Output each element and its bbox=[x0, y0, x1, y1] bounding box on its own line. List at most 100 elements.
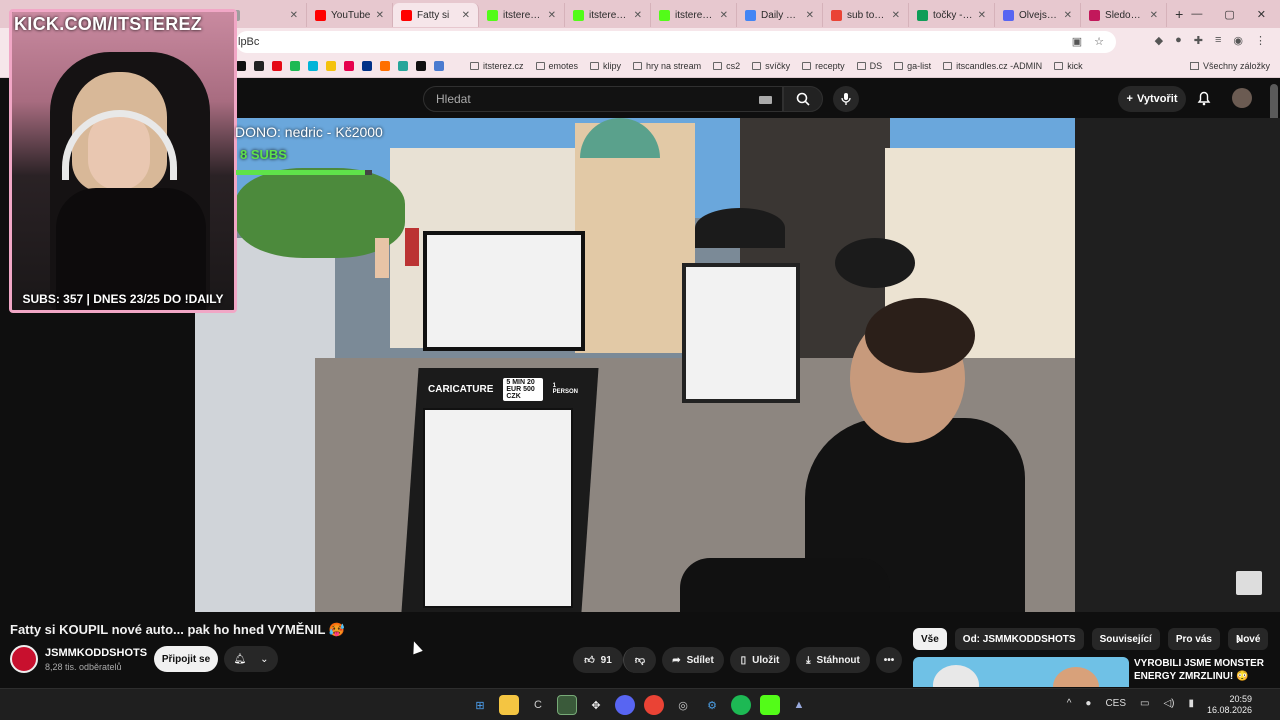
minimize-icon[interactable]: — bbox=[1191, 8, 1202, 21]
filter-chip[interactable]: Nové bbox=[1227, 628, 1269, 650]
language-indicator[interactable]: CES bbox=[1105, 698, 1126, 709]
spotify-bookmark-icon[interactable] bbox=[290, 61, 300, 71]
search-button[interactable] bbox=[783, 86, 823, 112]
web-bookmark-icon[interactable] bbox=[308, 61, 318, 71]
bookmark-item[interactable]: emotes bbox=[535, 61, 578, 71]
browser-tab[interactable]: YouTube ✕ bbox=[307, 3, 394, 27]
chrome-icon[interactable] bbox=[644, 695, 664, 715]
browser-tab[interactable]: Daily quest ✕ bbox=[737, 3, 824, 27]
bookmark-item[interactable]: svíčky bbox=[752, 61, 790, 71]
file-explorer-icon[interactable] bbox=[499, 695, 519, 715]
browser-tab[interactable]: Fatty si ✕ bbox=[393, 3, 480, 27]
kick-icon[interactable] bbox=[760, 695, 780, 715]
b-bookmark-icon[interactable] bbox=[380, 61, 390, 71]
bookmark-item[interactable]: cs2 bbox=[713, 61, 740, 71]
voice-search-button[interactable] bbox=[833, 86, 859, 112]
battery-icon[interactable]: ▮ bbox=[1188, 698, 1194, 709]
tt-bookmark-icon[interactable] bbox=[398, 61, 408, 71]
browser-tab[interactable]: točky - Tab ✕ bbox=[909, 3, 996, 27]
save-button[interactable]: ▯ Uložit bbox=[730, 647, 790, 673]
tab-close-icon[interactable]: ✕ bbox=[1064, 10, 1072, 21]
filter-chip[interactable]: Od: JSMMKODDSHOTS bbox=[954, 628, 1084, 650]
terminal-icon[interactable] bbox=[557, 695, 577, 715]
extensions-puzzle-icon[interactable]: ✚ bbox=[1194, 34, 1203, 47]
app-triangle-icon[interactable]: ▲ bbox=[789, 695, 809, 715]
windows-start-icon[interactable]: ⊞ bbox=[470, 695, 490, 715]
bookmark-item[interactable]: DS bbox=[856, 61, 882, 71]
taskbar-clock[interactable]: 20:59 16.08.2026 bbox=[1207, 694, 1252, 716]
filter-chip[interactable]: Pro vás bbox=[1167, 628, 1220, 650]
tab-close-icon[interactable]: ✕ bbox=[1150, 10, 1158, 21]
tab-close-icon[interactable]: ✕ bbox=[892, 10, 900, 21]
paypal-bookmark-icon[interactable] bbox=[362, 61, 372, 71]
browser-tab[interactable]: Olvejs vet ✕ bbox=[995, 3, 1082, 27]
browser-tab[interactable]: sub točka ✕ bbox=[823, 3, 910, 27]
extension-icon-1[interactable]: ◆ bbox=[1155, 34, 1163, 47]
channel-name[interactable]: JSMMKODDSHOTS bbox=[45, 647, 147, 659]
cast-icon[interactable]: ▣ bbox=[1072, 35, 1082, 48]
browser-tab[interactable]: itsterez - V ✕ bbox=[565, 3, 652, 27]
tab-close-icon[interactable]: ✕ bbox=[806, 10, 814, 21]
tray-chevron-up-icon[interactable]: ^ bbox=[1067, 698, 1072, 709]
tab-close-icon[interactable]: ✕ bbox=[462, 10, 470, 21]
tiktok-bookmark-icon[interactable] bbox=[254, 61, 264, 71]
capcut-icon[interactable]: C bbox=[528, 695, 548, 715]
share-button[interactable]: ➦ Sdílet bbox=[662, 647, 724, 673]
tab-close-icon[interactable]: ✕ bbox=[548, 10, 556, 21]
maximize-icon[interactable]: ▢ bbox=[1224, 8, 1234, 21]
bookmark-item[interactable]: itscandles.cz -ADMIN bbox=[943, 61, 1042, 71]
pen-bookmark-icon[interactable] bbox=[434, 61, 444, 71]
bookmark-item[interactable]: ga-list bbox=[894, 61, 931, 71]
bookmark-item[interactable]: hry na stream bbox=[633, 61, 701, 71]
close-icon[interactable]: ✕ bbox=[1257, 8, 1266, 21]
capture-icon[interactable]: ✥ bbox=[586, 695, 606, 715]
browser-tab[interactable]: itsterez - V ✕ bbox=[651, 3, 738, 27]
video-player[interactable]: CARICATURE 5 MIN 20 EUR 500 CZK 1 PERSON bbox=[195, 118, 1075, 612]
channel-watermark[interactable] bbox=[1236, 571, 1262, 595]
bookmark-star-icon[interactable]: ☆ bbox=[1094, 35, 1104, 48]
more-actions-button[interactable]: ••• bbox=[876, 647, 902, 673]
browser-tab[interactable]: Sledování ✕ bbox=[1081, 3, 1168, 27]
download-button[interactable]: ⤓ Stáhnout bbox=[796, 647, 870, 673]
tab-close-icon[interactable]: ✕ bbox=[376, 10, 384, 21]
account-avatar[interactable] bbox=[1232, 88, 1252, 108]
steam-icon[interactable]: ⚙ bbox=[702, 695, 722, 715]
channel-avatar[interactable] bbox=[10, 645, 38, 673]
volume-icon[interactable]: ◁) bbox=[1163, 698, 1174, 709]
join-button[interactable]: Připojit se bbox=[154, 646, 218, 672]
extension-icon-2[interactable]: ● bbox=[1175, 34, 1182, 47]
x-bookmark-icon[interactable] bbox=[236, 61, 246, 71]
bookmark-item[interactable]: itsterez.cz bbox=[470, 61, 524, 71]
media-control-icon[interactable]: ≡ bbox=[1215, 34, 1221, 47]
browser-menu-icon[interactable]: ⋮ bbox=[1255, 34, 1266, 47]
discord-icon[interactable] bbox=[615, 695, 635, 715]
new-tab-button[interactable]: + bbox=[1167, 6, 1191, 22]
create-button[interactable]: + Vytvořit bbox=[1118, 86, 1186, 112]
obs-icon[interactable]: ◎ bbox=[673, 695, 693, 715]
dislike-button[interactable]: 👎︎ bbox=[623, 647, 656, 673]
chevron-right-icon[interactable]: › bbox=[1236, 631, 1241, 647]
download-bookmark-icon[interactable] bbox=[416, 61, 426, 71]
tab-close-icon[interactable]: ✕ bbox=[978, 10, 986, 21]
spotify-icon[interactable] bbox=[731, 695, 751, 715]
browser-tab[interactable]: itsterez - V ✕ bbox=[479, 3, 566, 27]
recommended-video-title[interactable]: VYROBILI JSME MONSTER ENERGY ZMRZLINU! 😳 bbox=[1134, 657, 1264, 683]
filter-chip[interactable]: Související bbox=[1091, 628, 1160, 650]
keyboard-icon[interactable] bbox=[759, 96, 773, 104]
profile-icon[interactable]: ◉ bbox=[1233, 34, 1243, 47]
bookmark-item[interactable]: klipy bbox=[590, 61, 621, 71]
tray-app-icon[interactable]: ● bbox=[1085, 698, 1091, 709]
netflix-bookmark-icon[interactable] bbox=[272, 61, 282, 71]
tab-close-icon[interactable]: ✕ bbox=[634, 10, 642, 21]
address-bar[interactable]: lpBc ▣ ☆ bbox=[236, 31, 1116, 53]
f-bookmark-icon[interactable] bbox=[344, 61, 354, 71]
like-button[interactable]: 👍︎ 91 bbox=[573, 647, 623, 673]
bookmark-item[interactable]: kick bbox=[1054, 61, 1083, 71]
notifications-button[interactable] bbox=[1196, 90, 1212, 111]
notification-bell-button[interactable]: 🔔︎ ⌄ bbox=[224, 646, 278, 672]
recommended-video-thumbnail[interactable] bbox=[913, 657, 1129, 687]
network-icon[interactable]: ▭ bbox=[1140, 698, 1149, 709]
search-input[interactable]: Hledat bbox=[423, 86, 784, 112]
tab-close-icon[interactable]: ✕ bbox=[720, 10, 728, 21]
bookmark-item[interactable]: recepty bbox=[802, 61, 845, 71]
